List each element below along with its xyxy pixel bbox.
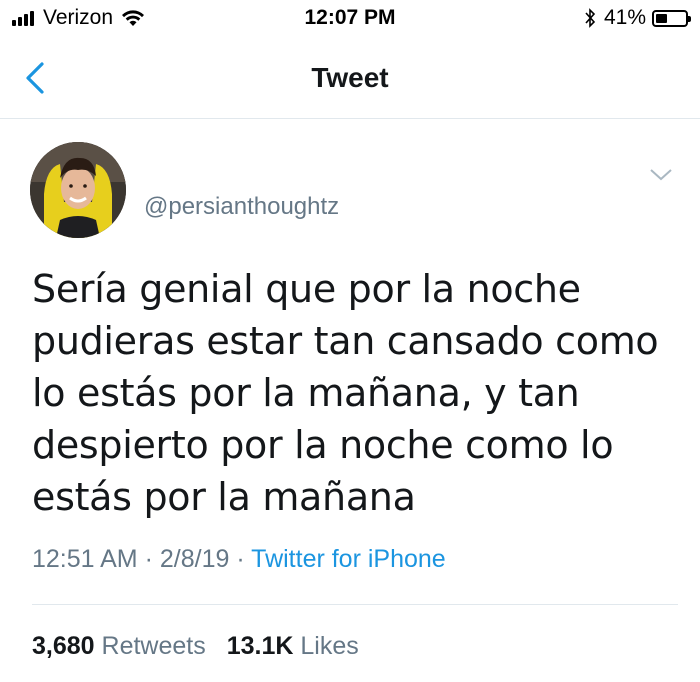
- meta-separator: ·: [236, 545, 245, 573]
- retweets-count: 3,680: [32, 632, 95, 660]
- meta-separator: ·: [144, 545, 153, 573]
- page-title: Tweet: [311, 62, 389, 93]
- retweets-label: Retweets: [101, 632, 206, 660]
- tweet-text-line: lo estás por la mañana, y tan: [32, 371, 580, 415]
- tweet-time: 12:51 AM: [32, 545, 138, 573]
- tweet-stats: 3,680 Retweets 13.1K Likes: [32, 632, 373, 661]
- tweet-text-line: despierto por la noche como lo: [32, 423, 614, 467]
- battery-icon: [652, 9, 691, 27]
- chevron-down-icon: [650, 169, 672, 181]
- avatar-image: [30, 142, 126, 238]
- user-handle[interactable]: @persianthoughtz: [144, 193, 339, 221]
- likes-stat[interactable]: 13.1K Likes: [227, 632, 359, 660]
- nav-bar: Tweet: [0, 44, 700, 119]
- battery-percent: 41%: [603, 6, 646, 29]
- tweet-text-line: estás por la mañana: [32, 475, 416, 519]
- tweet-source-link[interactable]: Twitter for iPhone: [251, 545, 446, 573]
- avatar[interactable]: [30, 142, 126, 238]
- tweet-text: Sería genial que por la noche pudieras e…: [32, 263, 672, 523]
- tweet-text-line: Sería genial que por la noche: [32, 267, 581, 311]
- retweets-stat[interactable]: 3,680 Retweets: [32, 632, 213, 660]
- bluetooth-icon: [585, 8, 596, 28]
- more-options-button[interactable]: [648, 166, 674, 182]
- battery-tip: [688, 15, 691, 22]
- status-right: 41%: [584, 6, 691, 30]
- battery-fill: [656, 13, 668, 23]
- likes-label: Likes: [300, 632, 359, 660]
- tweet-meta: 12:51 AM · 2/8/19 · Twitter for iPhone: [32, 545, 446, 574]
- likes-count: 13.1K: [226, 632, 294, 660]
- tweet-date: 2/8/19: [159, 545, 230, 573]
- status-bar: Verizon 12:07 PM 41%: [0, 0, 700, 36]
- tweet-text-line: pudieras estar tan cansado como: [32, 319, 659, 363]
- divider: [32, 604, 678, 605]
